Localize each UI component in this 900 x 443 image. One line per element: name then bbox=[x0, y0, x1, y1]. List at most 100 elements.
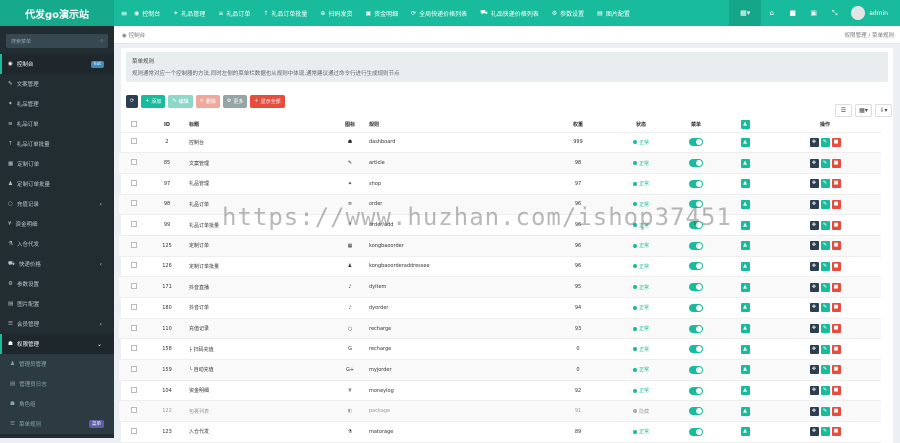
breadcrumb-home[interactable]: 控制台 bbox=[129, 33, 146, 39]
menu-toggle[interactable] bbox=[671, 359, 721, 381]
topnav-item-6[interactable]: ⟳ 全局快递价格列表 bbox=[411, 9, 467, 18]
edit-row-button[interactable]: ✎ bbox=[820, 427, 830, 437]
move-button[interactable]: ✥ bbox=[809, 365, 819, 375]
header-icon[interactable]: 图标 bbox=[335, 118, 365, 133]
row-checkbox[interactable] bbox=[119, 380, 149, 402]
sidebar-item-18[interactable]: ☰ 菜单规则 菜单 bbox=[0, 414, 114, 434]
export-icon[interactable]: ⇩▾ bbox=[875, 104, 892, 117]
expand-cell[interactable]: ▲ bbox=[721, 359, 769, 381]
row-checkbox[interactable] bbox=[119, 173, 149, 195]
edit-row-button[interactable]: ✎ bbox=[820, 406, 830, 416]
sidebar-item-3[interactable]: ≡ 礼品订单 bbox=[0, 114, 114, 134]
topnav-item-5[interactable]: ▣ 资金明细 bbox=[365, 9, 398, 18]
cell-status[interactable]: 正常 bbox=[611, 256, 671, 278]
delete-row-button[interactable]: ■ bbox=[831, 282, 841, 292]
delete-row-button[interactable]: ■ bbox=[831, 220, 841, 230]
cell-status[interactable]: 正常 bbox=[611, 380, 671, 402]
header-expand[interactable]: ▲ bbox=[721, 118, 769, 133]
move-button[interactable]: ✥ bbox=[809, 241, 819, 251]
move-button[interactable]: ✥ bbox=[809, 386, 819, 396]
move-button[interactable]: ✥ bbox=[809, 406, 819, 416]
expand-cell[interactable]: ▲ bbox=[721, 380, 769, 402]
expand-cell[interactable]: ▲ bbox=[721, 214, 769, 236]
menu-toggle-icon[interactable]: ≡ bbox=[114, 9, 134, 18]
table-row[interactable]: 126 定制订单批量 ♟ kongbaoorderaddressee 96 正常 ▲ ✥ ✎ ■ bbox=[119, 256, 881, 278]
topnav-item-7[interactable]: ⛟ 礼品快递价格列表 bbox=[480, 9, 539, 18]
edit-row-button[interactable]: ✎ bbox=[820, 261, 830, 271]
delete-row-button[interactable]: ■ bbox=[831, 344, 841, 354]
refresh-icon[interactable]: ▣ bbox=[803, 9, 824, 17]
row-checkbox[interactable] bbox=[119, 338, 149, 361]
sidebar-item-13[interactable]: ☰ 会员管理 ‹ bbox=[0, 314, 114, 334]
edit-row-button[interactable]: ✎ bbox=[820, 303, 830, 313]
search-input[interactable]: 搜索菜单 bbox=[11, 38, 31, 45]
cell-status[interactable]: 正常 bbox=[611, 297, 671, 319]
cell-status[interactable]: 正常 bbox=[611, 194, 671, 216]
cell-status[interactable]: 正常 bbox=[611, 132, 671, 154]
delete-row-button[interactable]: ■ bbox=[831, 303, 841, 313]
move-button[interactable]: ✥ bbox=[809, 179, 819, 189]
row-checkbox[interactable] bbox=[119, 235, 149, 257]
topnav-item-9[interactable]: ▤ 图片配置 bbox=[597, 9, 630, 18]
cell-status[interactable]: 正常 bbox=[611, 276, 671, 298]
menu-toggle[interactable] bbox=[671, 173, 721, 195]
edit-row-button[interactable]: ✎ bbox=[820, 282, 830, 292]
move-button[interactable]: ✥ bbox=[809, 282, 819, 292]
sidebar-item-5[interactable]: ▦ 定制订单 bbox=[0, 154, 114, 174]
avatar[interactable] bbox=[851, 6, 866, 20]
row-checkbox[interactable] bbox=[119, 400, 149, 423]
sidebar-item-2[interactable]: ✦ 礼品管理 bbox=[0, 94, 114, 114]
header-weight[interactable]: 权重 bbox=[545, 118, 611, 133]
topnav-item-1[interactable]: ✦ 礼品管理 bbox=[173, 9, 205, 18]
sidebar-item-0[interactable]: ◉ 控制台 hot bbox=[0, 54, 114, 74]
menu-toggle[interactable] bbox=[671, 132, 721, 154]
menu-toggle[interactable] bbox=[671, 421, 721, 443]
menu-toggle[interactable] bbox=[671, 276, 721, 298]
add-button[interactable]: + 添加 bbox=[141, 94, 166, 108]
sidebar-item-7[interactable]: ○ 充值记录 ‹ bbox=[0, 194, 114, 214]
move-button[interactable]: ✥ bbox=[809, 261, 819, 271]
row-checkbox[interactable] bbox=[119, 214, 149, 236]
expand-cell[interactable]: ▲ bbox=[721, 421, 769, 443]
topnav-item-8[interactable]: ⚙ 参数设置 bbox=[552, 9, 584, 18]
menu-toggle[interactable] bbox=[671, 152, 721, 174]
sidebar-item-8[interactable]: ¥ 资金明细 bbox=[0, 214, 114, 234]
table-row[interactable]: 159 └ 自动充值 G+ myjorder 0 正常 ▲ ✥ ✎ ■ bbox=[119, 359, 881, 381]
toggle-all-button[interactable]: + 显示全部 bbox=[250, 94, 285, 108]
cell-status[interactable]: 正常 bbox=[611, 338, 671, 361]
edit-row-button[interactable]: ✎ bbox=[820, 365, 830, 375]
delete-row-button[interactable]: ■ bbox=[831, 158, 841, 168]
row-checkbox[interactable] bbox=[119, 359, 149, 381]
edit-row-button[interactable]: ✎ bbox=[820, 220, 830, 230]
expand-cell[interactable]: ▲ bbox=[721, 400, 769, 423]
menu-toggle[interactable] bbox=[671, 338, 721, 361]
move-button[interactable]: ✥ bbox=[809, 199, 819, 209]
cell-status[interactable]: 正常 bbox=[611, 152, 671, 174]
move-button[interactable]: ✥ bbox=[809, 137, 819, 147]
delete-row-button[interactable]: ■ bbox=[831, 386, 841, 396]
sidebar-item-9[interactable]: ⚗ 入仓代发 bbox=[0, 234, 114, 254]
sidebar-item-1[interactable]: ✎ 文案管理 bbox=[0, 74, 114, 94]
menu-toggle[interactable] bbox=[671, 297, 721, 319]
move-button[interactable]: ✥ bbox=[809, 324, 819, 334]
topnav-item-2[interactable]: ≡ 礼品订单 bbox=[218, 9, 250, 18]
header-title[interactable]: 标题 bbox=[185, 118, 335, 133]
edit-row-button[interactable]: ✎ bbox=[820, 241, 830, 251]
sidebar-item-14[interactable]: ☗ 权限管理 ⌄ bbox=[0, 334, 114, 354]
table-row[interactable]: 2 控制台 ☗ dashboard 999 正常 ▲ ✥ ✎ ■ bbox=[119, 132, 881, 154]
topnav-item-3[interactable]: ↑ 礼品订单批量 bbox=[263, 9, 307, 18]
delete-row-button[interactable]: ■ bbox=[831, 241, 841, 251]
delete-row-button[interactable]: ■ bbox=[831, 324, 841, 334]
select-all-checkbox[interactable] bbox=[119, 118, 149, 133]
expand-cell[interactable]: ▲ bbox=[721, 152, 769, 174]
delete-button[interactable]: ✕ 删除 bbox=[195, 94, 220, 108]
row-checkbox[interactable] bbox=[119, 421, 149, 443]
expand-cell[interactable]: ▲ bbox=[721, 318, 769, 340]
fullscreen-icon[interactable]: ⤡ bbox=[824, 9, 845, 18]
sidebar-search[interactable]: 搜索菜单 ⌕ bbox=[6, 34, 108, 48]
table-row[interactable]: 123 入仓代发 ⚗ matorage 89 正常 ▲ ✥ ✎ ■ bbox=[119, 421, 881, 443]
expand-cell[interactable]: ▲ bbox=[721, 194, 769, 216]
sidebar-item-4[interactable]: ↑ 礼品订单批量 bbox=[0, 134, 114, 154]
home-icon[interactable]: ⌂ bbox=[761, 9, 782, 17]
delete-row-button[interactable]: ■ bbox=[831, 199, 841, 209]
